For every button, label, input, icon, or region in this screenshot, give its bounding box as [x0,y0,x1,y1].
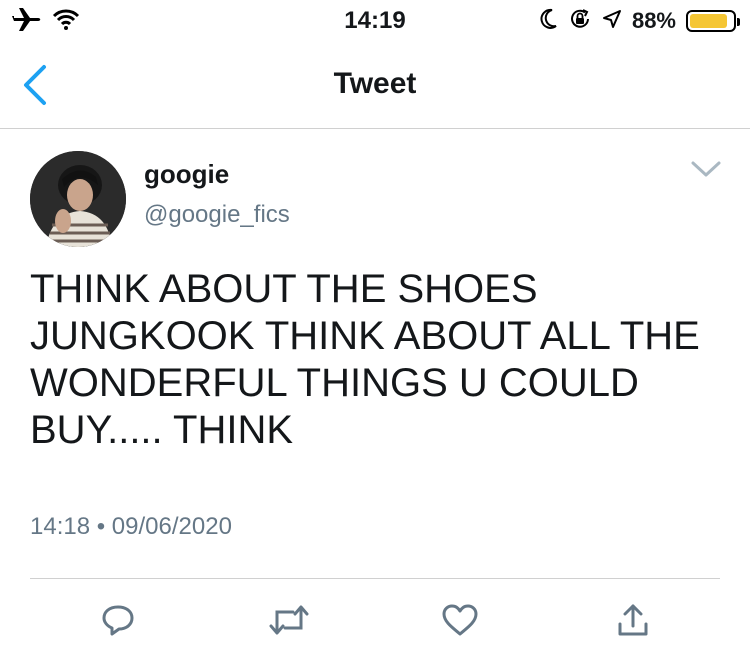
battery-icon [686,10,740,32]
tweet-actions [0,590,750,650]
status-bar: 14:19 88% [0,0,750,42]
author-name[interactable]: googie [144,159,229,189]
orientation-lock-icon [568,7,592,36]
moon-icon [538,8,558,35]
tweet-timestamp[interactable]: 14:18 • 09/06/2020 [30,512,232,542]
divider [30,578,720,579]
reply-icon [102,605,134,636]
battery-level-fill [690,14,727,28]
share-button[interactable] [608,590,658,650]
location-icon [602,9,622,34]
retweet-button[interactable] [264,590,314,650]
reply-button[interactable] [93,590,143,650]
tweet-text: THINK ABOUT THE SHOES JUNGKOOK THINK ABO… [30,267,700,452]
battery-percentage: 88% [631,8,676,33]
tweet-options-button[interactable] [686,153,726,185]
retweet-icon [269,605,309,635]
author-handle[interactable]: @googie_fics [144,201,290,229]
like-button[interactable] [435,590,485,650]
navigation-bar: Tweet [0,42,750,129]
battery-cap [737,18,740,26]
page-title: Tweet [333,67,417,100]
chevron-down-icon [691,161,721,177]
like-icon [442,604,478,636]
avatar[interactable] [30,151,126,247]
status-right: 88% [538,6,740,36]
share-icon [618,604,648,636]
